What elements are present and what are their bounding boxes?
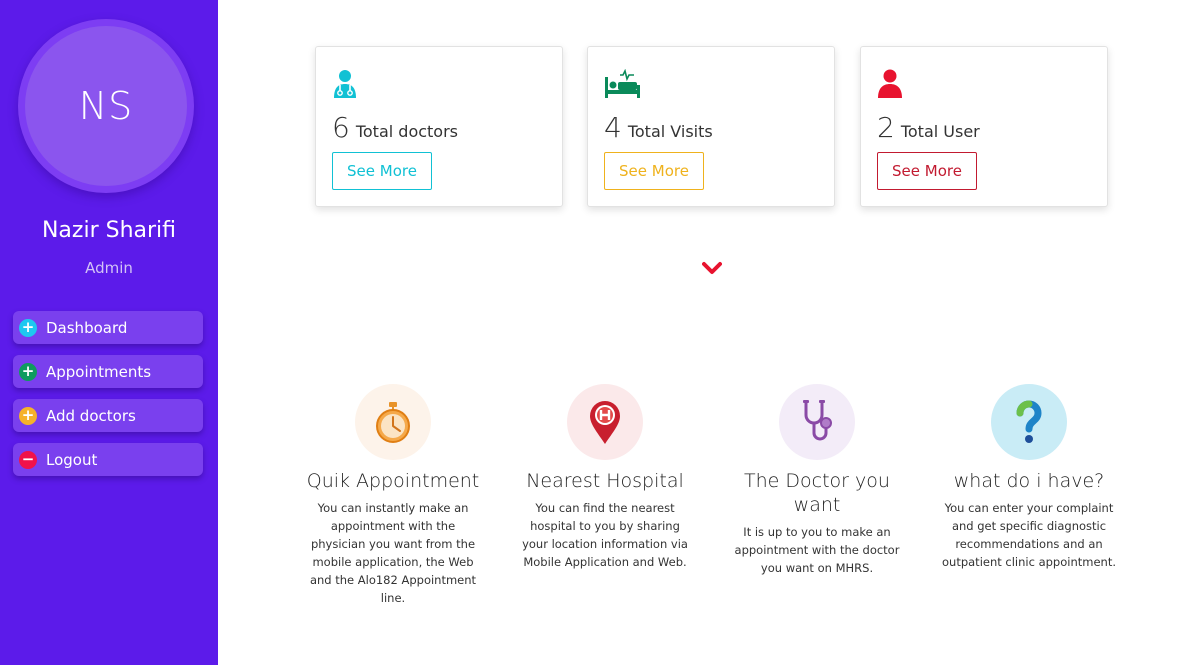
chevron-down-icon[interactable] bbox=[702, 260, 722, 279]
sidebar-item-label: Add doctors bbox=[46, 406, 136, 425]
user-icon bbox=[877, 69, 903, 103]
sidebar-item-appointments[interactable]: + Appointments bbox=[13, 355, 203, 388]
sidebar-item-add-doctors[interactable]: + Add doctors bbox=[13, 399, 203, 432]
minus-circle-icon: − bbox=[19, 450, 37, 469]
stopwatch-icon bbox=[355, 384, 431, 460]
stethoscope-icon bbox=[779, 384, 855, 460]
hospital-bed-icon bbox=[604, 68, 640, 103]
avatar-ring: NS bbox=[18, 19, 194, 193]
card-label: Total User bbox=[900, 122, 980, 141]
feature-title: Nearest Hospital bbox=[526, 470, 684, 492]
feature-quick-appointment: Quik Appointment You can instantly make … bbox=[298, 384, 488, 607]
sidebar-item-label: Logout bbox=[46, 450, 98, 469]
card-count: 2 bbox=[877, 111, 895, 144]
user-name: Nazir Sharifi bbox=[41, 218, 177, 243]
sidebar-item-logout[interactable]: − Logout bbox=[13, 443, 203, 476]
feature-doctor-you-want: The Doctor you want It is up to you to m… bbox=[722, 384, 912, 577]
plus-circle-icon: + bbox=[19, 362, 37, 381]
feature-description: You can find the nearest hospital to you… bbox=[522, 501, 688, 569]
card-stat: 2 Total User bbox=[877, 111, 980, 144]
sidebar-item-dashboard[interactable]: + Dashboard bbox=[13, 311, 203, 344]
card-stat: 4 Total Visits bbox=[604, 111, 713, 144]
card-count: 4 bbox=[604, 111, 622, 144]
card-label: Total doctors bbox=[355, 122, 458, 141]
sidebar-item-label: Dashboard bbox=[46, 318, 128, 337]
see-more-button[interactable]: See More bbox=[332, 152, 432, 190]
user-role: Admin bbox=[85, 259, 133, 277]
feature-description: It is up to you to make an appointment w… bbox=[734, 525, 900, 575]
card-count: 6 bbox=[332, 111, 350, 144]
plus-circle-icon: + bbox=[19, 318, 37, 337]
feature-description: You can enter your complaint and get spe… bbox=[942, 501, 1116, 569]
card-total-visits: 4 Total Visits See More bbox=[587, 46, 835, 207]
app: NS Nazir Sharifi Admin + Dashboard + App… bbox=[0, 0, 1202, 665]
feature-title: The Doctor you want bbox=[744, 470, 890, 516]
sidebar-item-label: Appointments bbox=[46, 362, 152, 381]
plus-circle-icon: + bbox=[19, 406, 37, 425]
see-more-button[interactable]: See More bbox=[604, 152, 704, 190]
card-total-doctors: 6 Total doctors See More bbox=[315, 46, 563, 207]
feature-title: Quik Appointment bbox=[306, 470, 480, 492]
sidebar-nav: + Dashboard + Appointments + Add doctors… bbox=[13, 311, 203, 487]
question-mark-icon bbox=[991, 384, 1067, 460]
feature-title: what do i have? bbox=[953, 470, 1105, 492]
see-more-button[interactable]: See More bbox=[877, 152, 977, 190]
card-total-user: 2 Total User See More bbox=[860, 46, 1108, 207]
card-stat: 6 Total doctors bbox=[332, 111, 458, 144]
feature-description: You can instantly make an appointment wi… bbox=[309, 501, 477, 605]
feature-nearest-hospital: Nearest Hospital You can find the neares… bbox=[510, 384, 700, 571]
avatar[interactable]: NS bbox=[25, 26, 187, 186]
doctor-icon bbox=[332, 69, 358, 103]
feature-what-do-i-have: what do i have? You can enter your compl… bbox=[934, 384, 1124, 571]
hospital-pin-icon bbox=[567, 384, 643, 460]
card-label: Total Visits bbox=[627, 122, 713, 141]
sidebar: NS Nazir Sharifi Admin + Dashboard + App… bbox=[0, 0, 218, 665]
